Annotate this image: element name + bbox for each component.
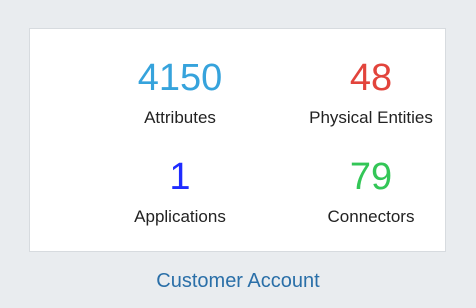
connectors-count: 79: [349, 156, 393, 198]
stats-panel: 4150 Attributes 48 Physical Entities 1 A…: [29, 28, 446, 252]
stat-applications[interactable]: 1 Applications: [80, 157, 280, 227]
stat-physical-entities[interactable]: 48 Physical Entities: [271, 58, 471, 128]
attributes-label: Attributes: [144, 108, 216, 127]
attributes-count: 4150: [137, 57, 223, 99]
connectors-label: Connectors: [327, 207, 415, 226]
applications-count: 1: [169, 156, 191, 198]
stat-attributes[interactable]: 4150 Attributes: [80, 58, 280, 128]
stat-connectors[interactable]: 79 Connectors: [271, 157, 471, 227]
summary-card: 4150 Attributes 48 Physical Entities 1 A…: [0, 0, 476, 308]
physical-entities-count: 48: [349, 57, 393, 99]
physical-entities-label: Physical Entities: [309, 108, 433, 127]
customer-account-link[interactable]: Customer Account: [0, 268, 476, 294]
applications-label: Applications: [134, 207, 226, 226]
